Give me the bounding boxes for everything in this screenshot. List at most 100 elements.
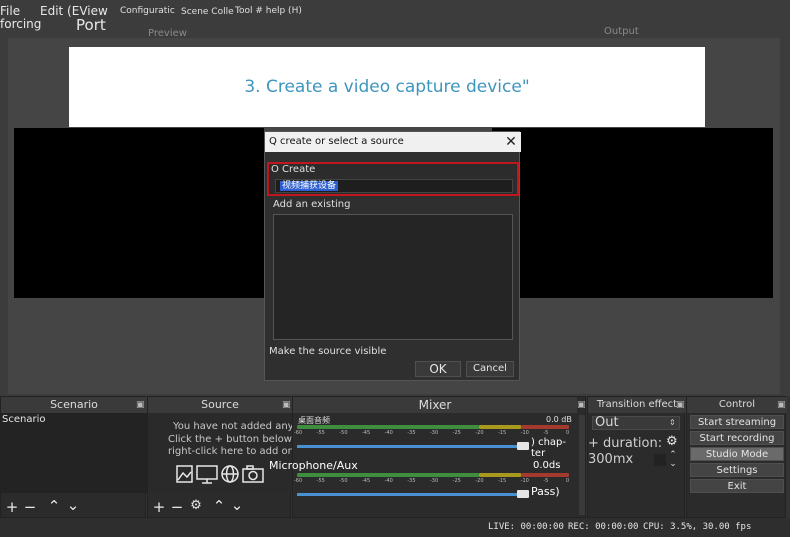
scale-tick-label: -40 <box>384 430 393 436</box>
mixer-scrollbar[interactable] <box>579 415 585 515</box>
scenario-dock: Scenario ▣ Scenario + − ⌃ ⌄ <box>0 396 147 518</box>
obs-window: File forcing Edit (EView Port Configurat… <box>0 0 790 537</box>
transition-dock: Transition effect ▣ Out ⇕ + duration: ⚙ … <box>587 396 686 518</box>
desktop-audio-db: 0.0 dB <box>546 415 572 424</box>
scale-tick-label: -5 <box>543 430 549 436</box>
duration-label: + duration: <box>588 436 663 451</box>
menu-scene-collection[interactable]: Scene Colle <box>181 7 234 17</box>
dock-float-icon[interactable]: ▣ <box>282 397 291 413</box>
scale-tick-label: -35 <box>407 478 416 484</box>
preview-canvas[interactable] <box>14 128 264 298</box>
move-down-icon[interactable]: ⌄ <box>65 496 81 514</box>
scale-tick-label: -45 <box>362 430 371 436</box>
remove-scene-icon[interactable]: − <box>23 498 37 516</box>
output-canvas[interactable] <box>492 128 773 298</box>
start-streaming-button[interactable]: Start streaming <box>690 415 784 429</box>
scale-tick-label: -30 <box>430 478 439 484</box>
menu-tools-help[interactable]: Tool # help (H) <box>235 6 302 16</box>
tutorial-banner-text: 3. Create a video capture device" <box>244 77 530 97</box>
chevron-updown-icon: ⇕ <box>669 418 676 427</box>
menu-configuration[interactable]: Configuratic <box>120 6 175 16</box>
transition-selected-value: Out <box>595 415 619 430</box>
source-dock-title: Source <box>148 397 292 413</box>
scale-tick-label: -25 <box>452 478 461 484</box>
gear-icon[interactable]: ⚙ <box>666 434 678 449</box>
cancel-button[interactable]: Cancel <box>466 361 514 377</box>
mic-aux-db: 0.0ds <box>533 460 561 471</box>
mic-aux-meter-green <box>297 473 479 477</box>
scale-tick-label: -40 <box>384 478 393 484</box>
duration-spinbox-field[interactable] <box>654 454 666 466</box>
scale-tick-label: -35 <box>407 430 416 436</box>
studio-mode-button[interactable]: Studio Mode <box>690 447 784 461</box>
create-source-dialog: Q create or select a source ✕ O Create 视… <box>264 131 521 381</box>
scenario-dock-title: Scenario <box>1 397 147 413</box>
scale-tick-label: -20 <box>475 478 484 484</box>
empty-hint-line2: Click the + button below, or <box>168 434 309 445</box>
scale-tick-label: -20 <box>475 430 484 436</box>
scale-tick-label: -45 <box>362 478 371 484</box>
existing-sources-list[interactable] <box>273 214 513 340</box>
start-recording-button[interactable]: Start recording <box>690 431 784 445</box>
mic-aux-meter-red <box>521 473 569 477</box>
source-name-input[interactable]: 视频捕获设备 <box>275 179 513 193</box>
menu-file[interactable]: File <box>0 5 20 17</box>
scale-tick-label: -50 <box>339 430 348 436</box>
scale-tick-label: -15 <box>498 478 507 484</box>
add-existing-radio[interactable]: Add an existing <box>273 199 350 210</box>
exit-button[interactable]: Exit <box>690 479 784 493</box>
cpu-fps: CPU: 3.5%, 30.00 fps <box>643 522 752 532</box>
dock-float-icon[interactable]: ▣ <box>136 397 145 413</box>
move-down-icon[interactable]: ⌄ <box>229 496 245 514</box>
gear-icon[interactable]: ⚙ <box>188 497 204 515</box>
scale-tick-label: -50 <box>339 478 348 484</box>
mic-aux-label: Microphone/Aux <box>269 459 358 472</box>
chapter-label: ) chap-ter <box>531 437 566 459</box>
desktop-audio-meter-yellow <box>479 425 521 429</box>
close-icon[interactable]: ✕ <box>501 132 521 152</box>
scale-tick-label: -60 <box>294 478 303 484</box>
camera-icon <box>242 465 264 483</box>
scale-tick-label: -55 <box>316 478 325 484</box>
move-up-icon[interactable]: ⌃ <box>46 497 62 515</box>
scale-tick-label: 0 <box>566 478 570 484</box>
dock-float-icon[interactable]: ▣ <box>777 397 786 413</box>
source-dock: Source ▣ You have not added any source y… <box>147 396 352 518</box>
mic-aux-fader-track[interactable] <box>297 493 523 496</box>
mixer-dock: Mixer ▣ 桌面音频 0.0 dB -60 -55 -50 -45 -40 -35 -3… <box>269 396 586 518</box>
add-scene-icon[interactable]: + <box>5 498 19 516</box>
dock-float-icon[interactable]: ▣ <box>577 397 586 413</box>
spinbox-arrows-icon[interactable]: ⌃ ⌄ <box>668 451 678 469</box>
ok-button[interactable]: OK <box>415 361 461 377</box>
make-visible-checkbox[interactable]: Make the source visible <box>269 346 386 357</box>
globe-icon <box>221 465 239 483</box>
scale-tick-label: -60 <box>294 430 303 436</box>
monitor-icon <box>196 465 218 484</box>
live-timer: LIVE: 00:00:00 <box>488 522 564 532</box>
create-new-radio[interactable]: O Create <box>271 164 315 175</box>
scale-tick-label: -25 <box>452 430 461 436</box>
tutorial-banner: 3. Create a video capture device" <box>69 47 705 127</box>
duration-value[interactable]: 300mx <box>588 452 633 467</box>
desktop-audio-fader-handle[interactable] <box>517 442 529 450</box>
scene-list[interactable]: Scenario <box>1 413 147 493</box>
mic-aux-fader-handle[interactable] <box>517 490 529 498</box>
list-item[interactable]: Scenario <box>1 413 147 427</box>
settings-button[interactable]: Settings <box>690 463 784 477</box>
move-up-icon[interactable]: ⌃ <box>211 497 227 515</box>
control-dock-title: Control <box>687 397 787 413</box>
scale-tick-label: -15 <box>498 430 507 436</box>
remove-source-icon[interactable]: − <box>170 498 184 516</box>
pass-label: Pass) <box>531 485 560 498</box>
empty-hint-line3: right-click here to add one. <box>168 446 304 457</box>
scale-tick-label: -55 <box>316 430 325 436</box>
desktop-audio-fader-track[interactable] <box>297 445 523 448</box>
transition-dock-title: Transition effect <box>588 397 686 413</box>
source-name-selected-text: 视频捕获设备 <box>280 181 339 191</box>
transition-select[interactable]: Out ⇕ <box>592 415 680 430</box>
rec-timer: REC: 00:00:00 <box>568 522 639 532</box>
dock-float-icon[interactable]: ▣ <box>676 397 685 413</box>
add-source-icon[interactable]: + <box>152 498 166 516</box>
menu-forcing: forcing <box>0 17 42 31</box>
scale-tick-label: -30 <box>430 430 439 436</box>
